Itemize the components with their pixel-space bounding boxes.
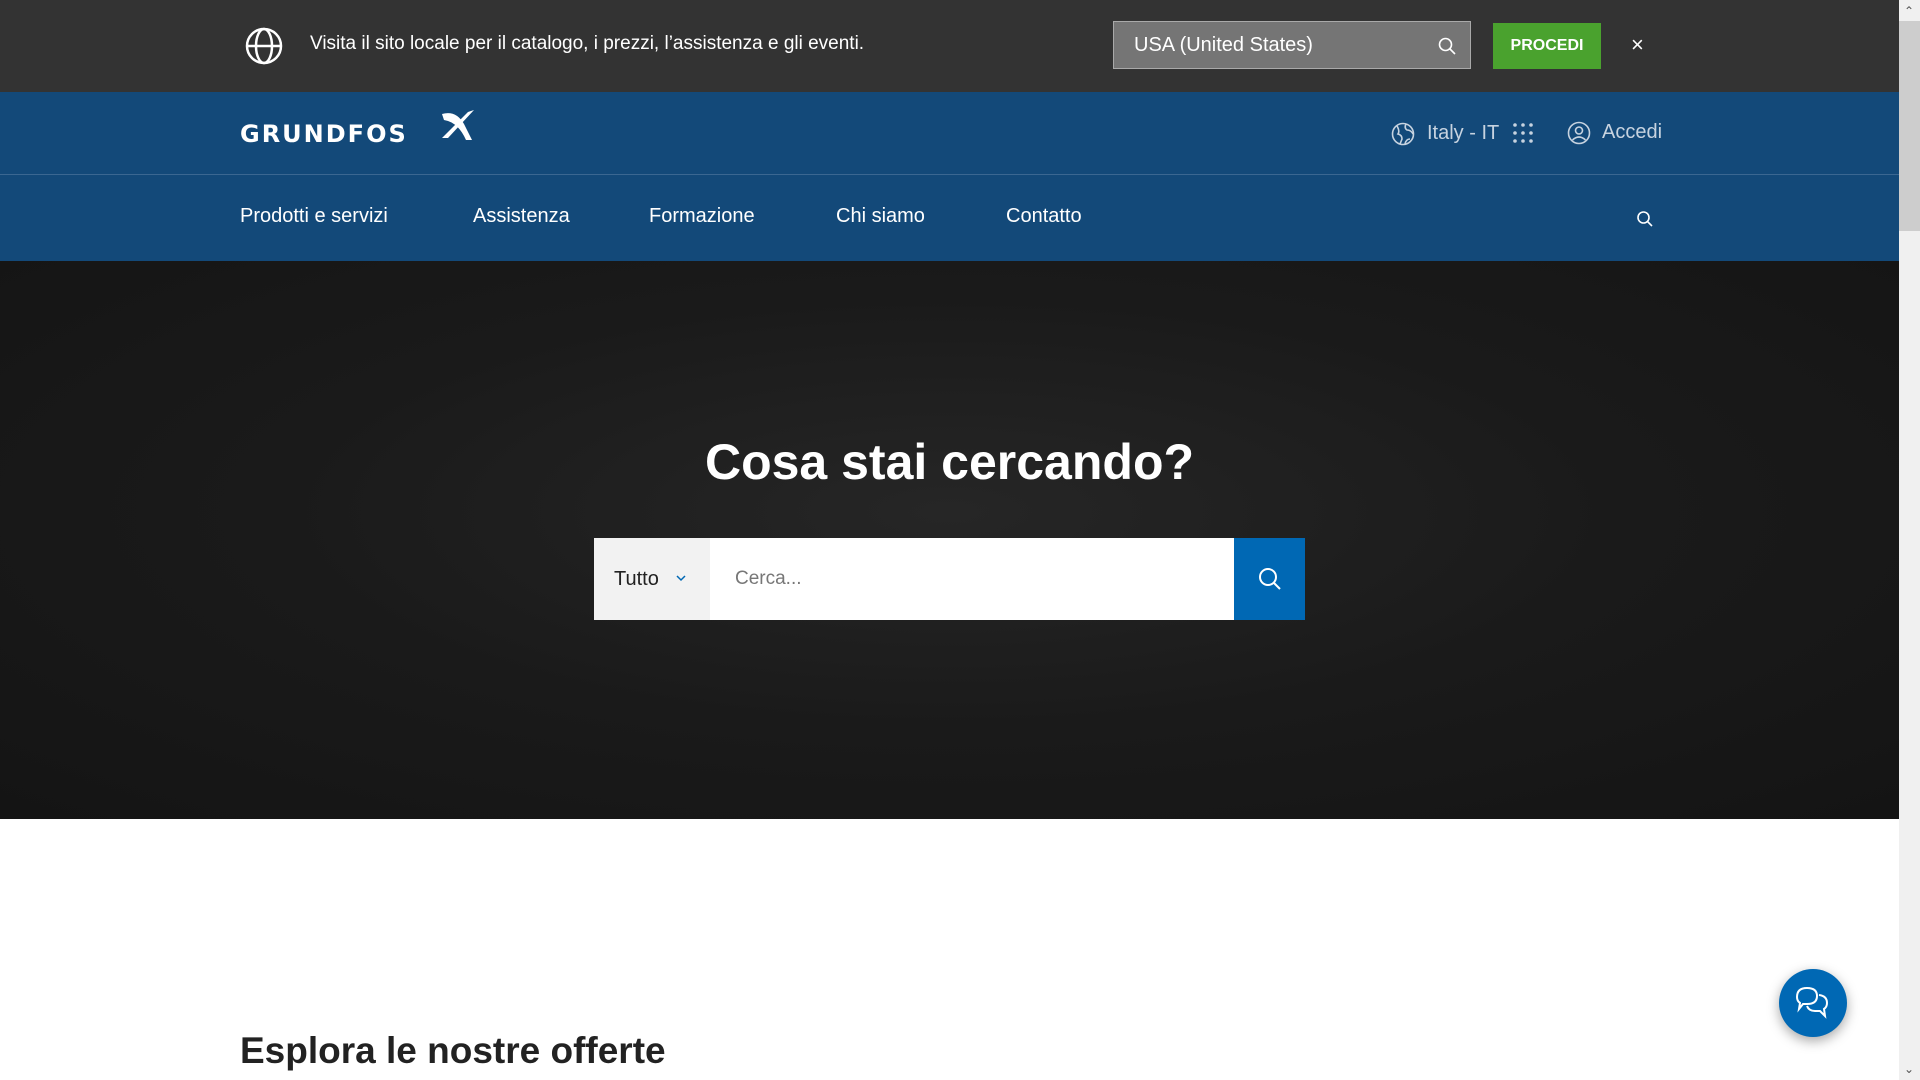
proceed-button[interactable]: PROCEDI xyxy=(1493,23,1601,69)
search-input[interactable] xyxy=(710,538,1234,620)
user-icon xyxy=(1567,121,1591,145)
apps-grid-icon[interactable] xyxy=(1512,122,1534,144)
locale-banner: Visita il sito locale per il catalogo, i… xyxy=(0,0,1899,92)
scroll-up-icon[interactable]: ⌃ xyxy=(1904,4,1914,18)
country-value: USA (United States) xyxy=(1134,34,1313,56)
search-icon xyxy=(1259,568,1281,590)
chevron-down-icon xyxy=(676,575,686,582)
nav-search-icon[interactable] xyxy=(1636,210,1654,228)
locale-message: Visita il sito locale per il catalogo, i… xyxy=(310,33,865,54)
scrollbar[interactable]: ⌃ ⌄ xyxy=(1899,0,1920,1080)
hero-title: Cosa stai cercando? xyxy=(704,434,1195,490)
scrollbar-thumb[interactable] xyxy=(1899,21,1920,231)
grundfos-logo[interactable]: GRUNDFOS xyxy=(240,110,474,148)
site-header: GRUNDFOS Italy - IT Accedi xyxy=(0,92,1899,175)
logo-mark-icon xyxy=(442,110,474,140)
section-title: Esplora le nostre offerte xyxy=(240,1030,666,1071)
nav-item-chi-siamo[interactable]: Chi siamo xyxy=(836,205,925,228)
region-selector[interactable]: Italy - IT xyxy=(1427,122,1499,145)
country-select-input[interactable]: USA (United States) xyxy=(1113,21,1471,69)
search-submit-button[interactable] xyxy=(1234,538,1305,620)
logo-text: GRUNDFOS xyxy=(240,120,408,148)
nav-item-contatto[interactable]: Contatto xyxy=(1006,205,1082,228)
nav-item-assistenza[interactable]: Assistenza xyxy=(473,205,570,228)
main-nav: Prodotti e servizi Assistenza Formazione… xyxy=(0,175,1899,261)
chat-bubbles-icon xyxy=(1795,986,1829,1019)
nav-item-formazione[interactable]: Formazione xyxy=(649,205,755,228)
search-bar: Tutto xyxy=(594,538,1305,620)
chat-button[interactable] xyxy=(1779,969,1847,1037)
scroll-down-icon[interactable]: ⌄ xyxy=(1904,1062,1914,1076)
login-link[interactable]: Accedi xyxy=(1602,121,1662,144)
search-icon xyxy=(1438,37,1456,55)
close-banner-button[interactable]: × xyxy=(1631,30,1644,60)
category-dropdown[interactable]: Tutto xyxy=(594,538,710,620)
region-globe-icon xyxy=(1391,122,1415,146)
hero-search-section: Cosa stai cercando? Tutto xyxy=(0,261,1899,819)
nav-item-prodotti[interactable]: Prodotti e servizi xyxy=(240,205,388,228)
globe-icon xyxy=(245,27,283,65)
category-selected: Tutto xyxy=(614,568,659,590)
